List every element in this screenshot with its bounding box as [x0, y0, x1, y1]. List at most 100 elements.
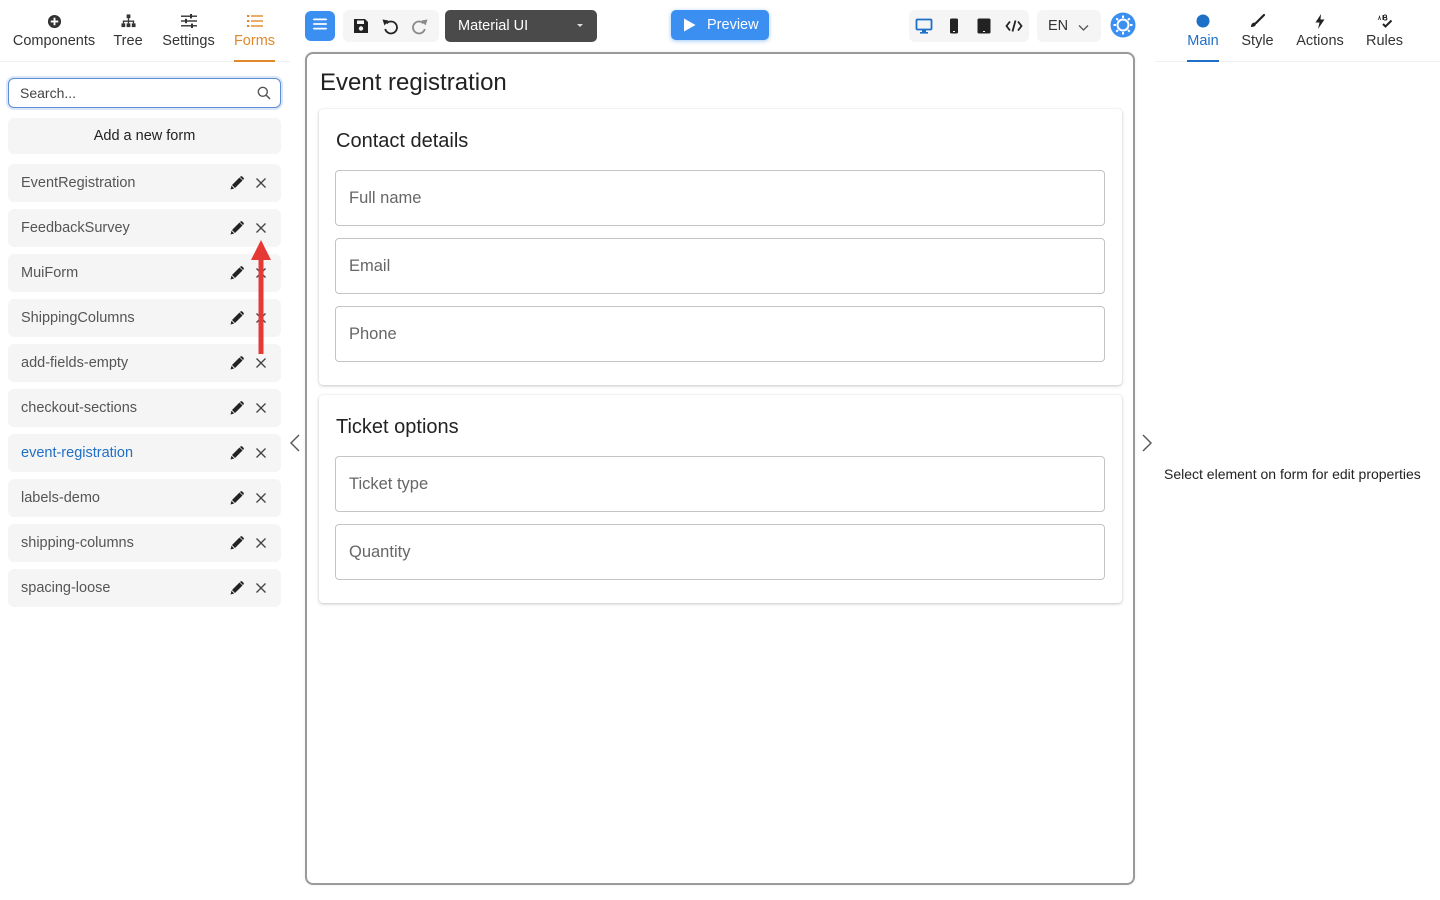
edit-pencil-icon[interactable]	[229, 310, 245, 326]
tab-forms-label: Forms	[233, 33, 276, 49]
desktop-icon[interactable]	[915, 17, 933, 35]
play-icon	[683, 18, 696, 36]
section-ticket-options[interactable]: Ticket options Ticket type Quantity	[319, 395, 1122, 603]
undo-icon[interactable]	[381, 17, 399, 35]
phone-icon[interactable]	[945, 17, 963, 35]
left-tab-bar: Components Tree Settings Forms	[0, 0, 290, 62]
menu-button[interactable]	[305, 11, 335, 41]
form-name: labels-demo	[21, 490, 100, 506]
redo-icon[interactable]	[411, 17, 429, 35]
form-list: EventRegistration FeedbackSurvey MuiForm Sh…	[8, 164, 281, 614]
tab-forms[interactable]: Forms	[234, 10, 275, 62]
hamburger-icon	[313, 17, 327, 35]
email-field[interactable]: Email	[335, 238, 1105, 294]
form-name: spacing-loose	[21, 580, 111, 596]
edit-pencil-icon[interactable]	[229, 535, 245, 551]
close-icon[interactable]	[254, 356, 268, 370]
search-input[interactable]	[9, 79, 249, 107]
form-name: checkout-sections	[21, 400, 138, 416]
edit-pencil-icon[interactable]	[229, 400, 245, 416]
form-canvas: Event registration Contact details Full …	[305, 52, 1135, 885]
tab-main-label: Main	[1187, 33, 1219, 49]
form-list-item[interactable]: shipping-columns	[8, 524, 281, 562]
close-icon[interactable]	[254, 536, 268, 550]
edit-pencil-icon[interactable]	[229, 490, 245, 506]
tab-components-label: Components	[12, 33, 96, 49]
tab-tree-label: Tree	[113, 33, 143, 49]
tree-icon	[120, 10, 136, 32]
form-list-item[interactable]: EventRegistration	[8, 164, 281, 202]
rules-icon	[1377, 10, 1393, 32]
preview-button[interactable]: Preview	[671, 10, 769, 40]
close-icon[interactable]	[254, 446, 268, 460]
collapse-right-panel-icon[interactable]	[1138, 433, 1154, 453]
close-icon[interactable]	[254, 266, 268, 280]
form-list-item[interactable]: MuiForm	[8, 254, 281, 292]
form-name: EventRegistration	[21, 175, 136, 191]
collapse-left-panel-icon[interactable]	[288, 433, 304, 453]
caret-down-icon	[577, 24, 583, 27]
form-list-item[interactable]: ShippingColumns	[8, 299, 281, 337]
edit-pencil-icon[interactable]	[229, 445, 245, 461]
form-name: FeedbackSurvey	[21, 220, 130, 236]
language-select[interactable]: EN	[1037, 10, 1101, 42]
save-icon[interactable]	[352, 17, 370, 35]
form-list-item[interactable]: spacing-loose	[8, 569, 281, 607]
form-list-item[interactable]: FeedbackSurvey	[8, 209, 281, 247]
form-name: add-fields-empty	[21, 355, 129, 371]
sliders-icon	[180, 10, 197, 32]
tab-rules[interactable]: Rules	[1366, 10, 1403, 62]
close-icon[interactable]	[254, 311, 268, 325]
form-name: event-registration	[21, 445, 134, 461]
form-list-item[interactable]: event-registration	[8, 434, 281, 472]
field-label: Email	[349, 256, 391, 275]
field-label: Ticket type	[349, 474, 429, 493]
section-contact-details[interactable]: Contact details Full name Email Phone	[319, 109, 1122, 385]
full-name-field[interactable]: Full name	[335, 170, 1105, 226]
edit-pencil-icon[interactable]	[229, 220, 245, 236]
tab-rules-label: Rules	[1365, 33, 1404, 49]
tab-tree[interactable]: Tree	[113, 10, 143, 62]
language-value: EN	[1048, 18, 1069, 34]
tab-actions[interactable]: Actions	[1296, 10, 1344, 62]
tab-settings-label: Settings	[162, 33, 215, 49]
properties-hint: Select element on form for edit properti…	[1164, 466, 1421, 482]
ticket-type-field[interactable]: Ticket type	[335, 456, 1105, 512]
field-label: Quantity	[349, 542, 411, 561]
close-icon[interactable]	[254, 401, 268, 415]
brush-icon	[1250, 10, 1265, 32]
quantity-field[interactable]: Quantity	[335, 524, 1105, 580]
section-title: Ticket options	[336, 416, 459, 438]
theme-select-value: Material UI	[458, 18, 529, 34]
phone-field[interactable]: Phone	[335, 306, 1105, 362]
edit-pencil-icon[interactable]	[229, 175, 245, 191]
close-icon[interactable]	[254, 221, 268, 235]
tab-style[interactable]: Style	[1241, 10, 1274, 62]
form-list-item[interactable]: checkout-sections	[8, 389, 281, 427]
tab-main[interactable]: Main	[1187, 10, 1219, 62]
plus-circle-icon	[47, 10, 62, 32]
tab-components[interactable]: Components	[12, 10, 96, 62]
theme-select[interactable]: Material UI	[445, 10, 597, 42]
form-list-item[interactable]: labels-demo	[8, 479, 281, 517]
edit-pencil-icon[interactable]	[229, 355, 245, 371]
close-icon[interactable]	[254, 581, 268, 595]
search-icon[interactable]	[257, 86, 271, 105]
form-list-item[interactable]: add-fields-empty	[8, 344, 281, 382]
code-icon[interactable]	[1005, 17, 1023, 35]
preview-label: Preview	[707, 17, 759, 33]
left-panel: Components Tree Settings Forms Add a new…	[0, 0, 290, 900]
lightning-icon	[1315, 10, 1325, 32]
theme-toggle-icon[interactable]	[1110, 12, 1136, 38]
edit-pencil-icon[interactable]	[229, 265, 245, 281]
form-name: shipping-columns	[21, 535, 134, 551]
tab-settings[interactable]: Settings	[162, 10, 215, 62]
section-title: Contact details	[336, 130, 469, 152]
edit-pencil-icon[interactable]	[229, 580, 245, 596]
tab-actions-label: Actions	[1296, 33, 1344, 49]
close-icon[interactable]	[254, 491, 268, 505]
add-new-form-button[interactable]: Add a new form	[8, 118, 281, 154]
tablet-icon[interactable]	[975, 17, 993, 35]
close-icon[interactable]	[254, 176, 268, 190]
form-name: ShippingColumns	[21, 310, 135, 326]
